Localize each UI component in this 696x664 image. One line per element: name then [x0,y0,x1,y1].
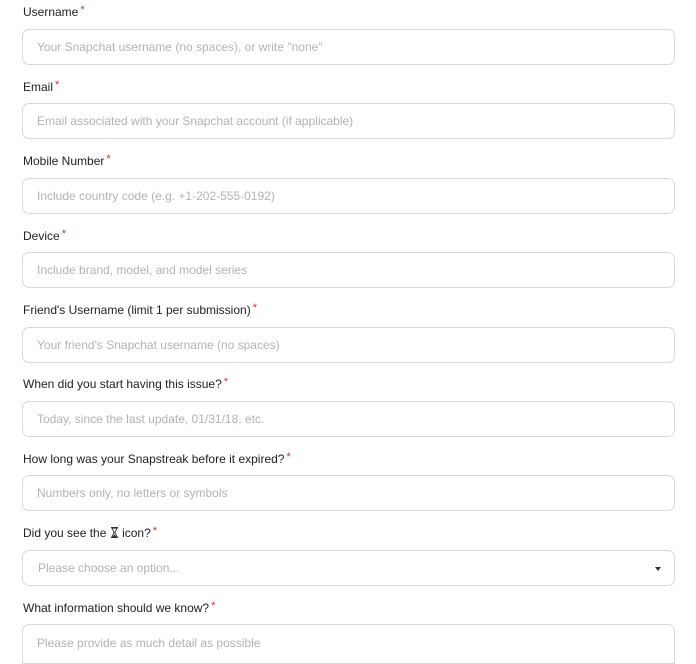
snapstreak-length-label: How long was your Snapstreak before it e… [23,451,291,466]
device-label: Device * [23,228,66,243]
username-label: Username * [23,4,85,19]
select-placeholder: Please choose an option... [38,561,180,575]
friend-username-label: Friend's Username (limit 1 per submissio… [23,302,257,317]
required-marker: * [80,4,85,16]
info-label: What information should we know? * [23,600,216,615]
required-marker: * [61,228,66,240]
required-marker: * [152,525,158,537]
required-marker: * [223,376,229,388]
hourglass-question-label: Did you see the icon? * [23,525,158,540]
hourglass-icon [110,527,118,538]
email-label: Email * [23,79,60,94]
required-marker: * [106,153,111,165]
required-marker: * [211,600,216,612]
issue-start-input[interactable] [22,401,675,437]
required-marker: * [252,302,257,314]
issue-start-label: When did you start having this issue? * [23,376,229,391]
device-input[interactable] [22,252,675,288]
info-textarea[interactable] [22,624,675,664]
mobile-number-label: Mobile Number * [23,153,111,168]
chevron-down-icon [655,567,661,571]
snapstreak-length-input[interactable] [22,475,675,511]
support-form: Username* Email* Mobile Number* Device* … [0,0,696,664]
username-input[interactable] [22,29,675,65]
email-input[interactable] [22,103,675,139]
required-marker: * [55,79,60,91]
friend-username-input[interactable] [22,327,675,363]
hourglass-option-select[interactable]: Please choose an option... [22,550,675,586]
required-marker: * [286,451,291,463]
mobile-number-input[interactable] [22,178,675,214]
